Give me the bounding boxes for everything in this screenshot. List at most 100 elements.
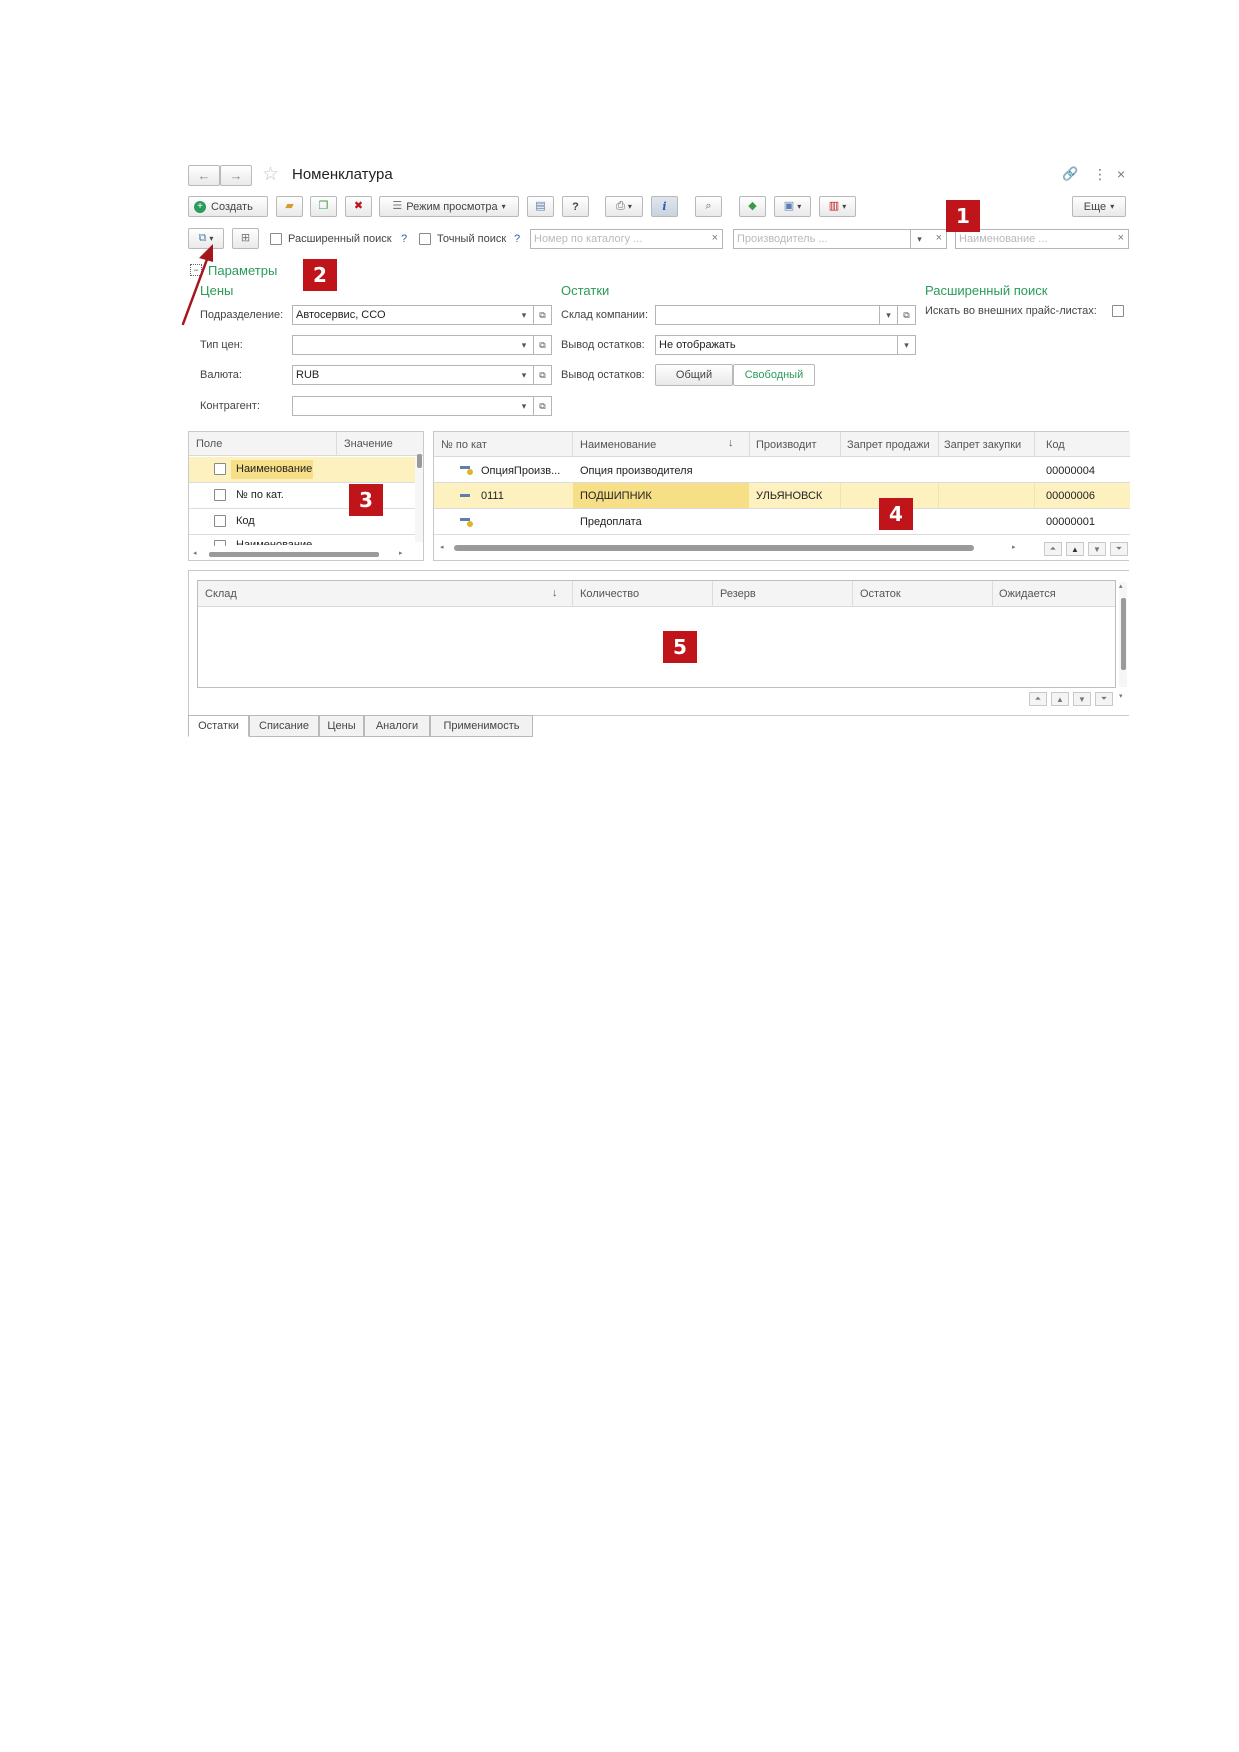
dropdown-arrow-icon[interactable]: ▾	[897, 336, 915, 354]
open-icon[interactable]: ⧉	[533, 366, 551, 384]
delete-mark-button[interactable]: ✖	[345, 196, 372, 217]
stock-col-reserve[interactable]: Резерв	[720, 588, 756, 600]
items-col-catalog[interactable]: № по кат	[441, 439, 487, 451]
stock-col-quantity[interactable]: Количество	[580, 588, 639, 600]
report-button[interactable]: ▤	[527, 196, 554, 217]
stock-nav-last-button[interactable]: ⏷	[1095, 692, 1113, 706]
nav-next-button[interactable]: ▼	[1088, 542, 1106, 556]
clear-icon[interactable]: ×	[936, 232, 942, 244]
stock-output-select[interactable]: Не отображать ▾	[655, 335, 916, 355]
company-warehouse-field[interactable]: ▾ ⧉	[655, 305, 916, 325]
transfer-button[interactable]: ◆	[739, 196, 766, 217]
view-mode-button[interactable]: ☰ Режим просмотра ▾	[379, 196, 519, 217]
exact-search-checkbox[interactable]	[419, 233, 431, 245]
dropdown-arrow-icon[interactable]: ▾	[515, 336, 533, 354]
division-field[interactable]: Автосервис, ССО ▾ ⧉	[292, 305, 552, 325]
back-button[interactable]: ←	[188, 165, 220, 186]
stock-col-warehouse[interactable]: Склад	[205, 588, 237, 600]
stock-nav-first-button[interactable]: ⏶	[1029, 692, 1047, 706]
tab-stock[interactable]: Остатки	[188, 715, 249, 737]
cart-button[interactable]: ⊞	[232, 228, 259, 249]
stock-col-expected[interactable]: Ожидается	[999, 588, 1056, 600]
help-button[interactable]: ?	[562, 196, 589, 217]
catalog-number-input[interactable]: Номер по каталогу ... ×	[530, 229, 723, 249]
scroll-right-arrow[interactable]: ▸	[399, 549, 403, 557]
stock-scrollbar-thumb[interactable]	[1121, 598, 1126, 670]
currency-field[interactable]: RUB ▾ ⧉	[292, 365, 552, 385]
tab-analogs[interactable]: Аналоги	[364, 715, 430, 737]
items-col-manufacturer[interactable]: Производит	[756, 439, 834, 451]
nav-prev-button[interactable]: ▲	[1066, 542, 1084, 556]
structure-button[interactable]: ▣ ▾	[774, 196, 811, 217]
manufacturer-input[interactable]: Производитель ... ▾ ×	[733, 229, 947, 249]
help-label: ?	[572, 200, 579, 213]
row-checkbox[interactable]	[214, 489, 226, 501]
link-icon[interactable]: 🔗	[1062, 166, 1078, 182]
scroll-right-arrow[interactable]: ▸	[1012, 543, 1016, 551]
favorite-star-icon[interactable]: ☆	[262, 163, 279, 186]
clear-icon[interactable]: ×	[712, 232, 718, 244]
row-checkbox[interactable]	[214, 515, 226, 527]
name-search-input[interactable]: Наименование ... ×	[955, 229, 1129, 249]
row-checkbox[interactable]	[214, 463, 226, 475]
chart-button[interactable]: ▥ ▾	[819, 196, 856, 217]
stock-col-balance[interactable]: Остаток	[860, 588, 901, 600]
stock-mode-total[interactable]: Общий	[655, 364, 733, 386]
stock-nav-next-button[interactable]: ▼	[1073, 692, 1091, 706]
forward-button[interactable]: →	[220, 165, 252, 186]
price-type-field[interactable]: ▾ ⧉	[292, 335, 552, 355]
tab-write-off[interactable]: Списание	[249, 715, 319, 737]
external-price-checkbox[interactable]	[1112, 305, 1124, 317]
field-name: Код	[236, 515, 255, 527]
catalog-number-placeholder: Номер по каталогу ...	[534, 233, 643, 245]
horizontal-scrollbar-thumb[interactable]	[209, 552, 379, 557]
open-icon[interactable]: ⧉	[533, 397, 551, 415]
extended-search-help[interactable]: ?	[401, 233, 407, 245]
exact-search-help[interactable]: ?	[514, 233, 520, 245]
currency-value: RUB	[296, 369, 320, 381]
items-col-purchase-ban[interactable]: Запрет закупки	[944, 439, 1028, 451]
dropdown-arrow-icon[interactable]: ▾	[910, 230, 928, 248]
print-button[interactable]: ⎙ ▾	[605, 196, 643, 217]
counterparty-field[interactable]: ▾ ⧉	[292, 396, 552, 416]
annotation-marker-3: 3	[349, 484, 383, 516]
scroll-left-arrow[interactable]: ◂	[440, 543, 444, 551]
fields-col-value[interactable]: Значение	[344, 438, 393, 450]
tab-applicability[interactable]: Применимость	[430, 715, 533, 737]
stock-scroll-up-arrow[interactable]: ▴	[1119, 582, 1123, 590]
stock-nav-prev-button[interactable]: ▲	[1051, 692, 1069, 706]
dropdown-arrow-icon[interactable]: ▾	[515, 366, 533, 384]
nav-last-button[interactable]: ⏷	[1110, 542, 1128, 556]
menu-dots-icon[interactable]: ⋮	[1093, 166, 1107, 183]
create-button[interactable]: + Создать	[188, 196, 268, 217]
scroll-left-arrow[interactable]: ◂	[193, 549, 197, 557]
horizontal-scrollbar-thumb[interactable]	[454, 545, 974, 551]
dropdown-arrow-icon[interactable]: ▾	[515, 397, 533, 415]
items-col-name[interactable]: Наименование	[580, 439, 656, 451]
fields-col-field[interactable]: Поле	[196, 438, 222, 450]
dropdown-arrow-icon[interactable]: ▾	[879, 306, 897, 324]
copy-button[interactable]: ❐	[310, 196, 337, 217]
items-col-sale-ban[interactable]: Запрет продажи	[847, 439, 932, 451]
col-divider	[938, 432, 939, 457]
tab-prices[interactable]: Цены	[319, 715, 364, 737]
stock-scroll-down-arrow[interactable]: ▾	[1119, 692, 1123, 700]
items-col-code[interactable]: Код	[1046, 439, 1065, 451]
folder-add-button[interactable]: ▰	[276, 196, 303, 217]
scrollbar-thumb[interactable]	[417, 454, 422, 468]
close-icon[interactable]: ×	[1117, 166, 1125, 182]
more-button[interactable]: Еще ▾	[1072, 196, 1126, 217]
dropdown-arrow-icon: ▾	[501, 201, 506, 211]
nav-first-button[interactable]: ⏶	[1044, 542, 1062, 556]
stock-mode-free[interactable]: Свободный	[733, 364, 815, 386]
vertical-scrollbar[interactable]	[415, 457, 423, 542]
dropdown-arrow-icon[interactable]: ▾	[515, 306, 533, 324]
open-icon[interactable]: ⧉	[533, 336, 551, 354]
info-button[interactable]: i	[651, 196, 678, 217]
row-checkbox[interactable]	[214, 540, 226, 546]
open-icon[interactable]: ⧉	[897, 306, 915, 324]
open-icon[interactable]: ⧉	[533, 306, 551, 324]
extended-search-checkbox[interactable]	[270, 233, 282, 245]
search-list-button[interactable]: ⌕	[695, 196, 722, 217]
clear-icon[interactable]: ×	[1118, 232, 1124, 244]
